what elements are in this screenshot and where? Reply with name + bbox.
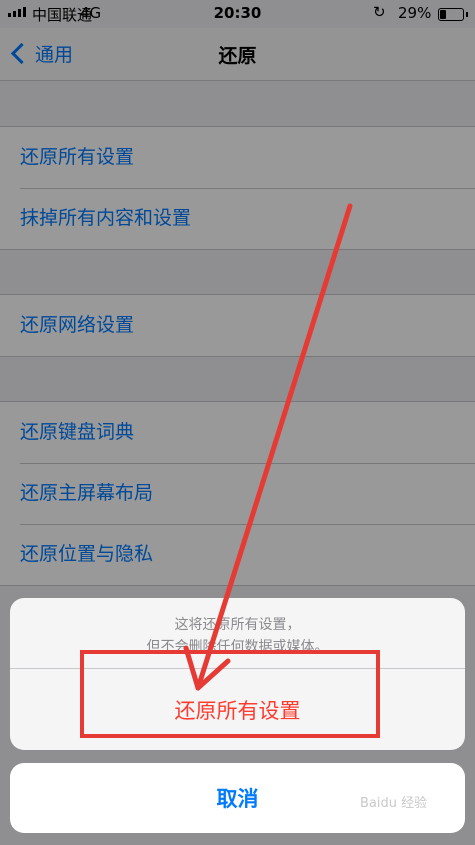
annotation-arrow [183,203,353,691]
baidu-watermark: Baidu 经验 [360,796,428,811]
